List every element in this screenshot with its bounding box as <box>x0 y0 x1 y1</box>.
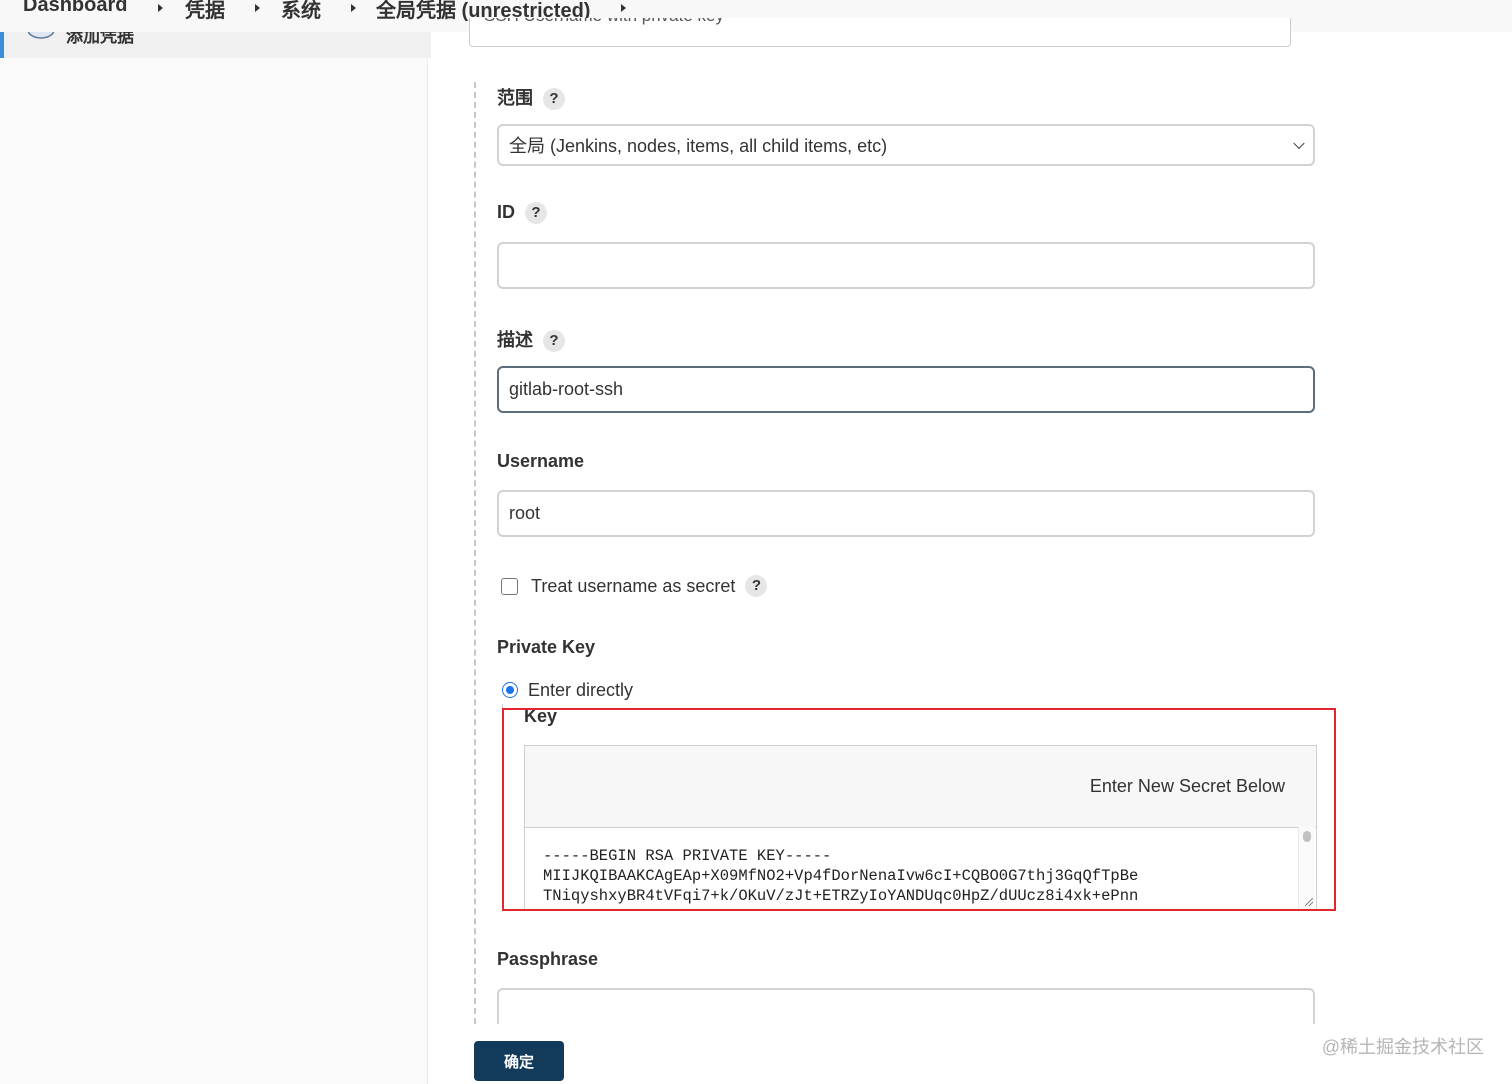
chevron-down-icon <box>1293 137 1305 150</box>
sidebar-item-label: 添加凭据 <box>66 32 134 46</box>
help-question-icon[interactable]: ? <box>745 575 768 597</box>
id-label-text: ID <box>497 202 515 222</box>
treat-username-secret-checkbox[interactable] <box>501 577 518 595</box>
caret-right-icon[interactable] <box>621 4 626 12</box>
annotation-highlight-box <box>502 708 1336 911</box>
help-question-icon[interactable]: ? <box>543 88 565 110</box>
kind-select[interactable]: SSH Username with private key <box>469 18 1291 47</box>
treat-username-secret-label[interactable]: Treat username as secret <box>531 576 735 597</box>
radio-selected-dot <box>506 686 514 694</box>
help-question-icon[interactable]: ? <box>543 330 565 352</box>
username-input-value: root <box>509 503 541 523</box>
watermark: @稀土掘金技术社区 <box>1321 1037 1484 1057</box>
breadcrumb-system[interactable]: 系统 <box>281 0 321 23</box>
description-label: 描述? <box>497 326 565 352</box>
breadcrumb-dashboard[interactable]: Dashboard <box>23 0 127 17</box>
enter-directly-radio[interactable] <box>502 682 518 698</box>
passphrase-label: Passphrase <box>497 949 599 969</box>
enter-directly-label[interactable]: Enter directly <box>528 680 633 701</box>
private-key-label: Private Key <box>497 637 596 657</box>
sidebar: 添加凭据 <box>0 32 431 1084</box>
scope-select-value: 全局 (Jenkins, nodes, items, all child ite… <box>509 136 888 156</box>
scope-label: 范围? <box>497 84 565 110</box>
id-input[interactable] <box>497 242 1315 289</box>
description-label-text: 描述 <box>497 330 533 350</box>
section-divider <box>474 82 476 1024</box>
caret-right-icon[interactable] <box>351 4 356 12</box>
credentials-key-icon <box>27 32 55 39</box>
scope-select[interactable]: 全局 (Jenkins, nodes, items, all child ite… <box>497 124 1315 166</box>
passphrase-input[interactable] <box>497 988 1315 1024</box>
scope-label-text: 范围 <box>497 88 533 108</box>
description-input-value: gitlab-root-ssh <box>509 379 624 399</box>
username-input[interactable]: root <box>497 490 1315 537</box>
caret-right-icon[interactable] <box>158 4 163 12</box>
enter-directly-row: Enter directly <box>502 678 633 702</box>
help-question-icon[interactable]: ? <box>525 202 547 224</box>
username-label: Username <box>497 451 585 471</box>
kind-select-value: SSH Username with private key <box>484 18 724 26</box>
breadcrumb-credentials[interactable]: 凭据 <box>185 0 225 23</box>
caret-right-icon[interactable] <box>255 4 260 12</box>
sidebar-item-add-credentials[interactable]: 添加凭据 <box>0 32 431 58</box>
id-label: ID? <box>497 202 547 224</box>
treat-username-secret-row: Treat username as secret ? <box>501 574 768 598</box>
submit-button[interactable]: 确定 <box>474 1041 564 1081</box>
description-input[interactable]: gitlab-root-ssh <box>497 366 1315 413</box>
